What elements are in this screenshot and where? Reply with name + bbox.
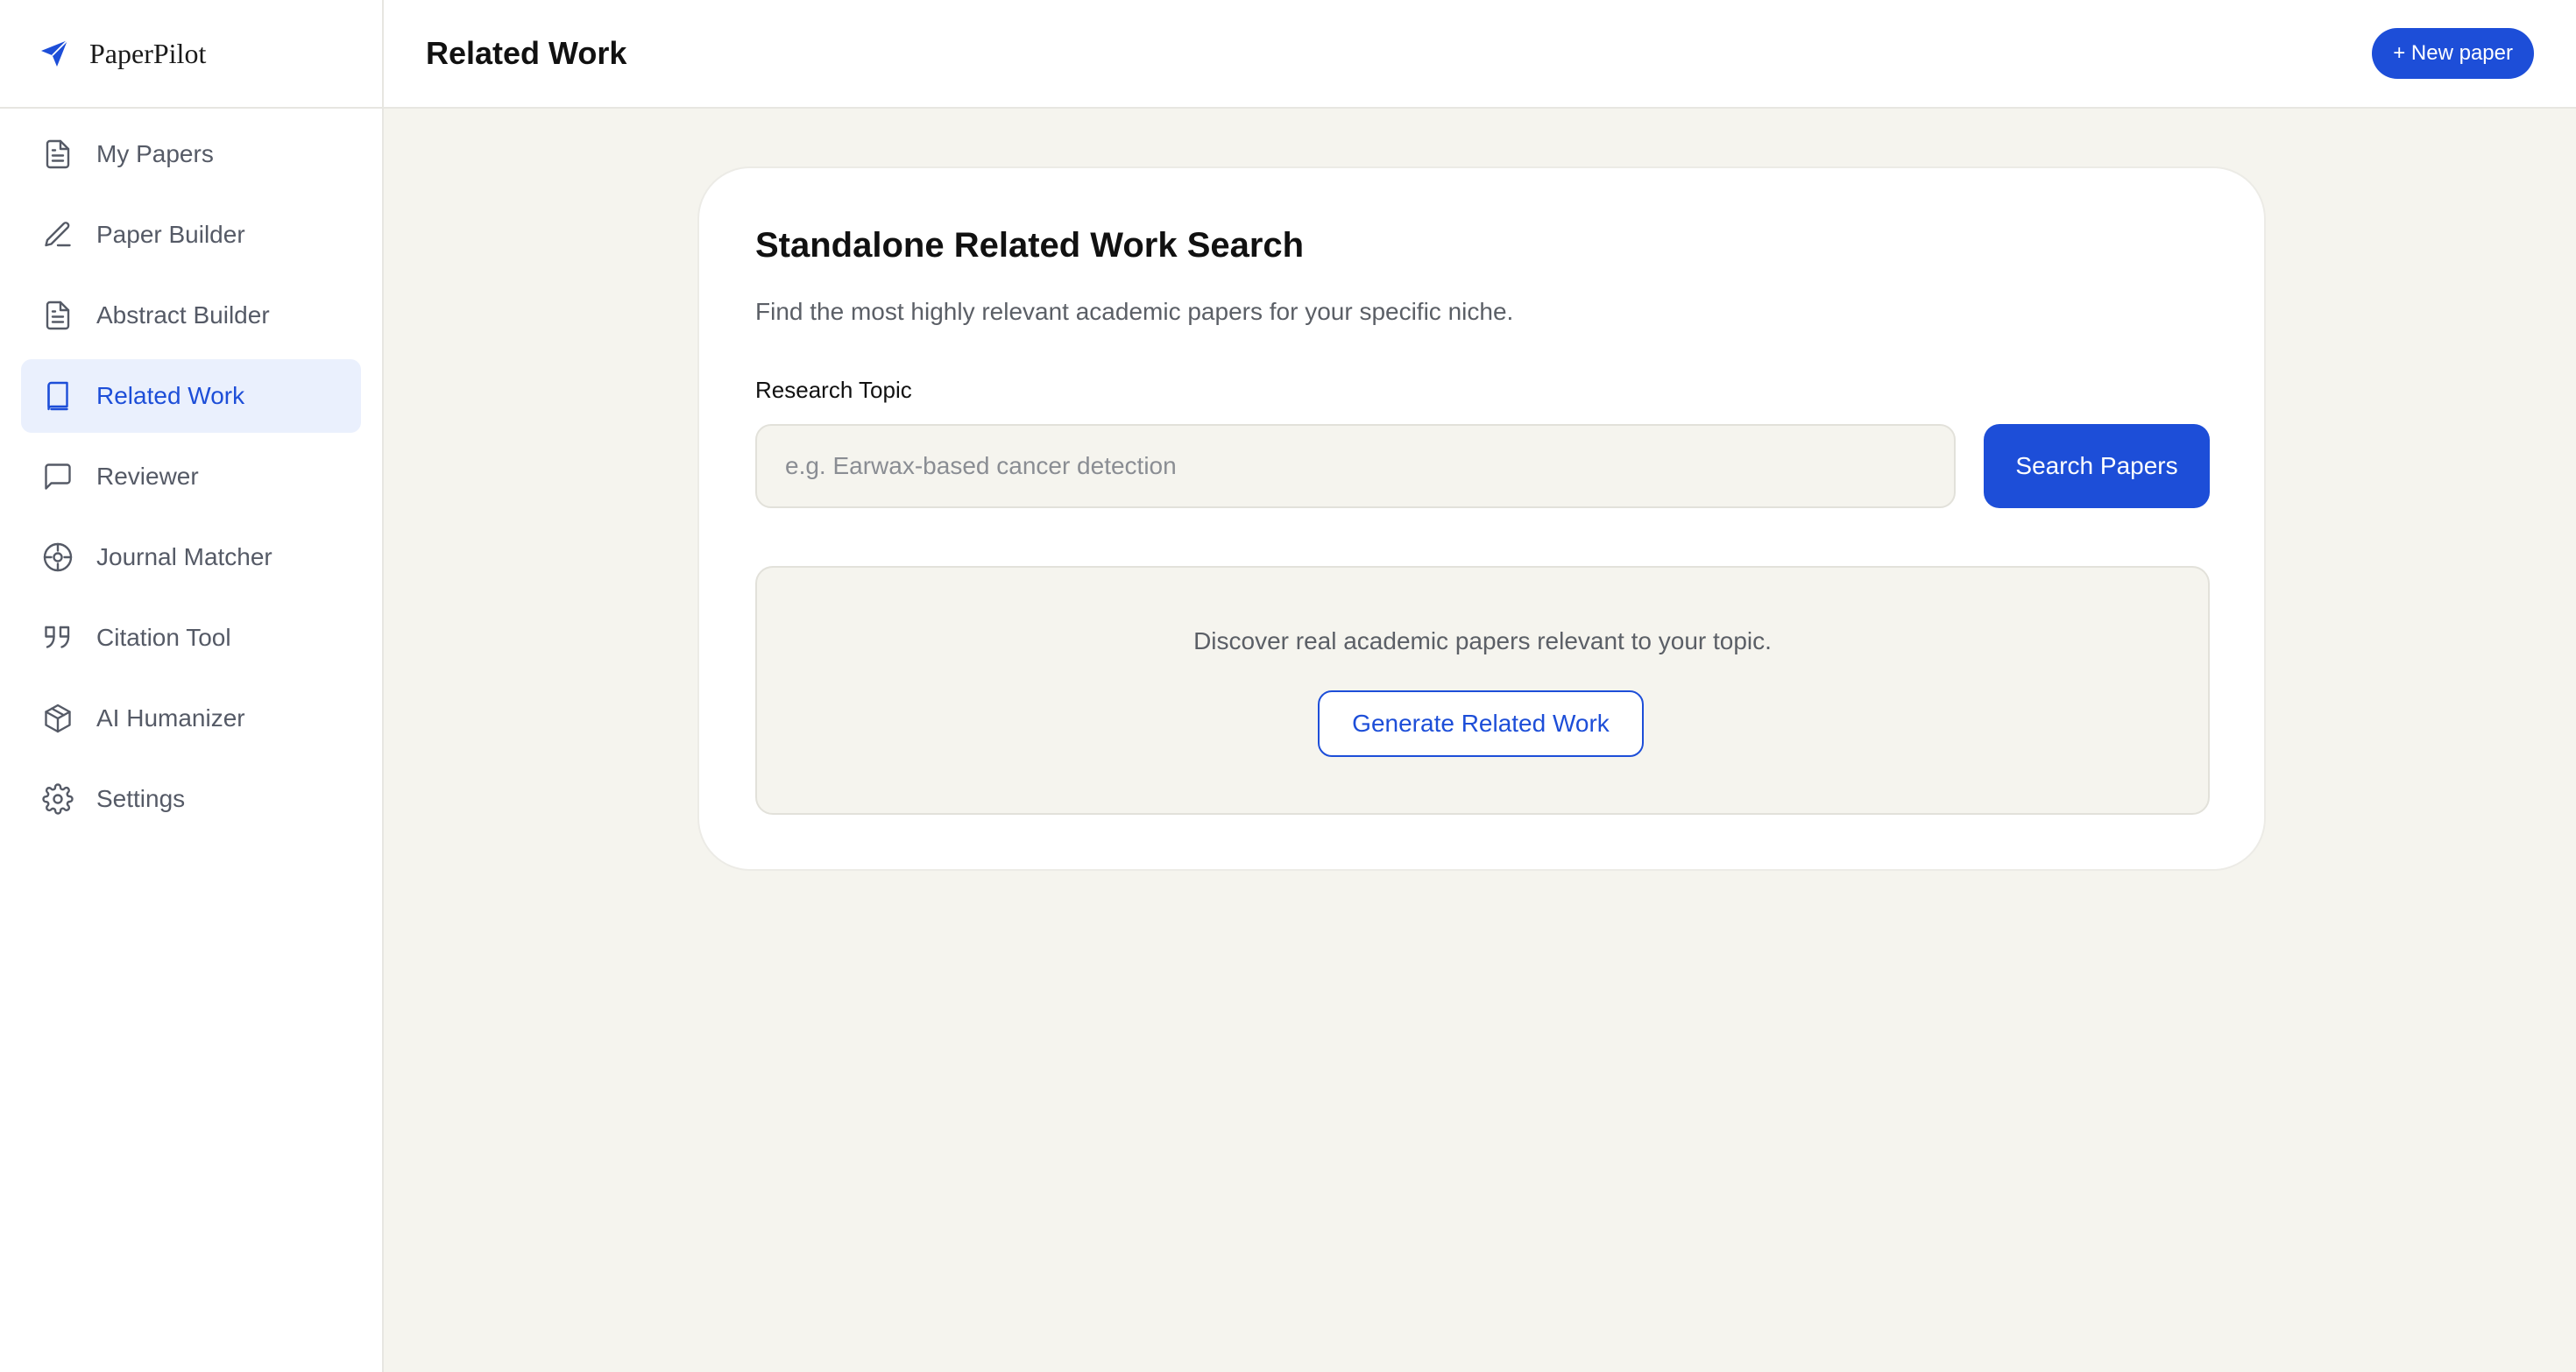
sidebar-item-paper-builder[interactable]: Paper Builder	[21, 198, 361, 272]
sidebar: PaperPilot My Papers Paper Builder Abstr…	[0, 0, 384, 1372]
sidebar-item-label: Abstract Builder	[96, 301, 270, 329]
sidebar-item-reviewer[interactable]: Reviewer	[21, 440, 361, 513]
brand[interactable]: PaperPilot	[0, 0, 382, 109]
results-empty-state: Discover real academic papers relevant t…	[755, 566, 2210, 815]
sidebar-item-label: Citation Tool	[96, 624, 231, 651]
card-subtitle: Find the most highly relevant academic p…	[755, 298, 1514, 325]
empty-state-text: Discover real academic papers relevant t…	[1193, 627, 1772, 654]
chat-bubble-icon	[42, 461, 74, 492]
target-icon	[42, 541, 74, 573]
book-icon	[42, 380, 74, 412]
sidebar-item-label: Related Work	[96, 382, 245, 409]
gear-icon	[42, 783, 74, 815]
new-paper-button[interactable]: + New paper	[2372, 28, 2534, 79]
sidebar-item-label: AI Humanizer	[96, 704, 245, 732]
sidebar-item-label: My Papers	[96, 140, 214, 167]
generate-related-work-button[interactable]: Generate Related Work	[1318, 690, 1644, 757]
sidebar-item-label: Reviewer	[96, 463, 199, 490]
search-papers-button[interactable]: Search Papers	[1984, 424, 2210, 508]
sidebar-item-my-papers[interactable]: My Papers	[21, 117, 361, 191]
sidebar-item-settings[interactable]: Settings	[21, 762, 361, 836]
sidebar-item-label: Paper Builder	[96, 221, 245, 248]
sidebar-item-label: Settings	[96, 785, 186, 812]
brand-name: PaperPilot	[89, 37, 207, 69]
research-topic-label: Research Topic	[755, 377, 912, 403]
paper-plane-icon	[39, 38, 70, 69]
sidebar-item-related-work[interactable]: Related Work	[21, 359, 361, 433]
sidebar-item-label: Journal Matcher	[96, 543, 272, 570]
document-icon	[42, 138, 74, 170]
sidebar-item-journal-matcher[interactable]: Journal Matcher	[21, 520, 361, 594]
quote-icon	[42, 622, 74, 654]
pencil-icon	[42, 219, 74, 251]
sidebar-item-citation-tool[interactable]: Citation Tool	[21, 601, 361, 675]
page-title: Related Work	[426, 35, 627, 71]
card-title: Standalone Related Work Search	[755, 226, 1305, 265]
sidebar-item-ai-humanizer[interactable]: AI Humanizer	[21, 682, 361, 755]
related-work-search-card: Standalone Related Work Search Find the …	[697, 166, 2266, 871]
sidebar-nav: My Papers Paper Builder Abstract Builder…	[0, 117, 382, 836]
sidebar-item-abstract-builder[interactable]: Abstract Builder	[21, 279, 361, 352]
app-root: PaperPilot My Papers Paper Builder Abstr…	[0, 0, 2576, 1372]
research-topic-input[interactable]	[755, 424, 1956, 508]
document-icon	[42, 300, 74, 331]
top-header: Related Work + New paper	[384, 0, 2576, 109]
cube-icon	[42, 703, 74, 734]
